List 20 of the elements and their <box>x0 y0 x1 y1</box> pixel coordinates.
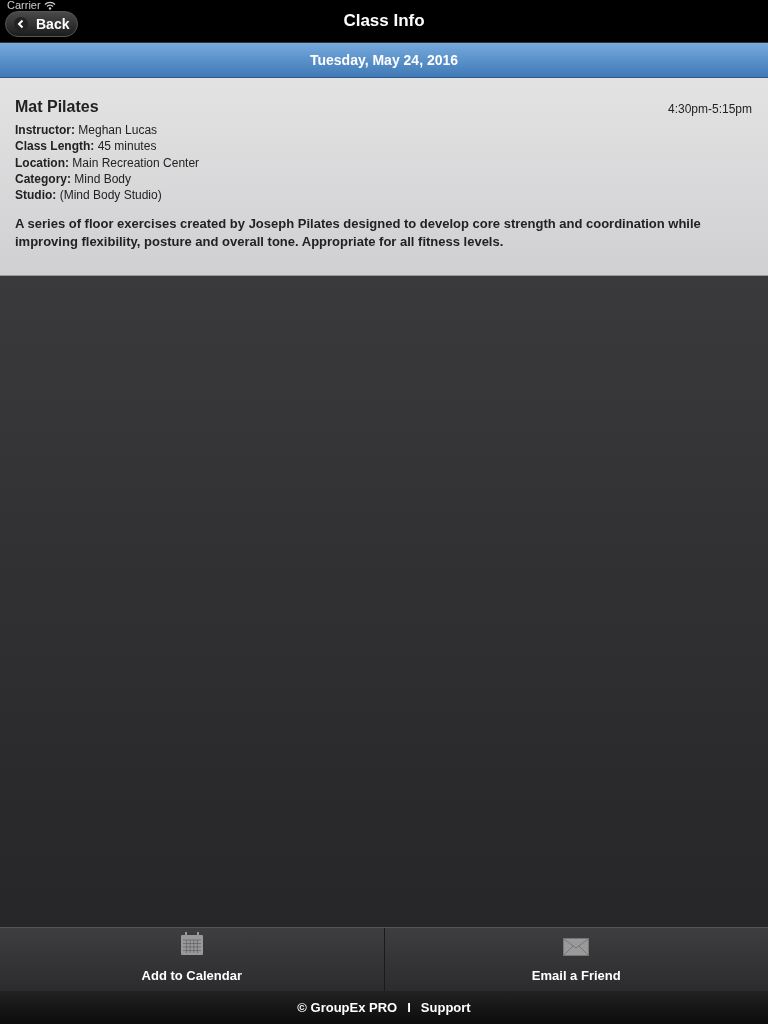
detail-line: Studio: (Mind Body Studio) <box>15 187 162 204</box>
separator-text: I <box>407 998 411 1017</box>
back-button[interactable]: Back <box>5 11 79 37</box>
calendar-icon <box>179 931 204 956</box>
copyright-text: © GroupEx PRO <box>297 998 398 1017</box>
detail-line: Instructor: Meghan Lucas <box>15 122 158 139</box>
class-description: A series of floor exercises created by Joseph Pilates designed to develop core strength and coordination while improving flexibility, posture and overall tone. Appropriate for all fitness levels. <box>15 215 702 252</box>
support-link[interactable]: Support <box>420 997 471 1018</box>
chevron-left-icon <box>14 17 28 31</box>
detail-line: Location: Main Recreation Center <box>15 154 200 171</box>
screen-title: Class Info <box>343 10 425 33</box>
class-name: Mat Pilates <box>15 98 99 116</box>
envelope-icon <box>563 937 590 956</box>
detail-line: Category: Mind Body <box>15 170 132 188</box>
class-time: 4:30pm-5:15pm <box>667 101 752 118</box>
date-header: Tuesday, May 24, 2016 <box>0 43 768 78</box>
wifi-icon <box>43 1 56 10</box>
carrier-text: Carrier <box>7 0 41 11</box>
add-to-calendar-button[interactable]: Add to Calendar <box>0 928 384 991</box>
detail-line: Class Length: 45 minutes <box>15 138 157 155</box>
